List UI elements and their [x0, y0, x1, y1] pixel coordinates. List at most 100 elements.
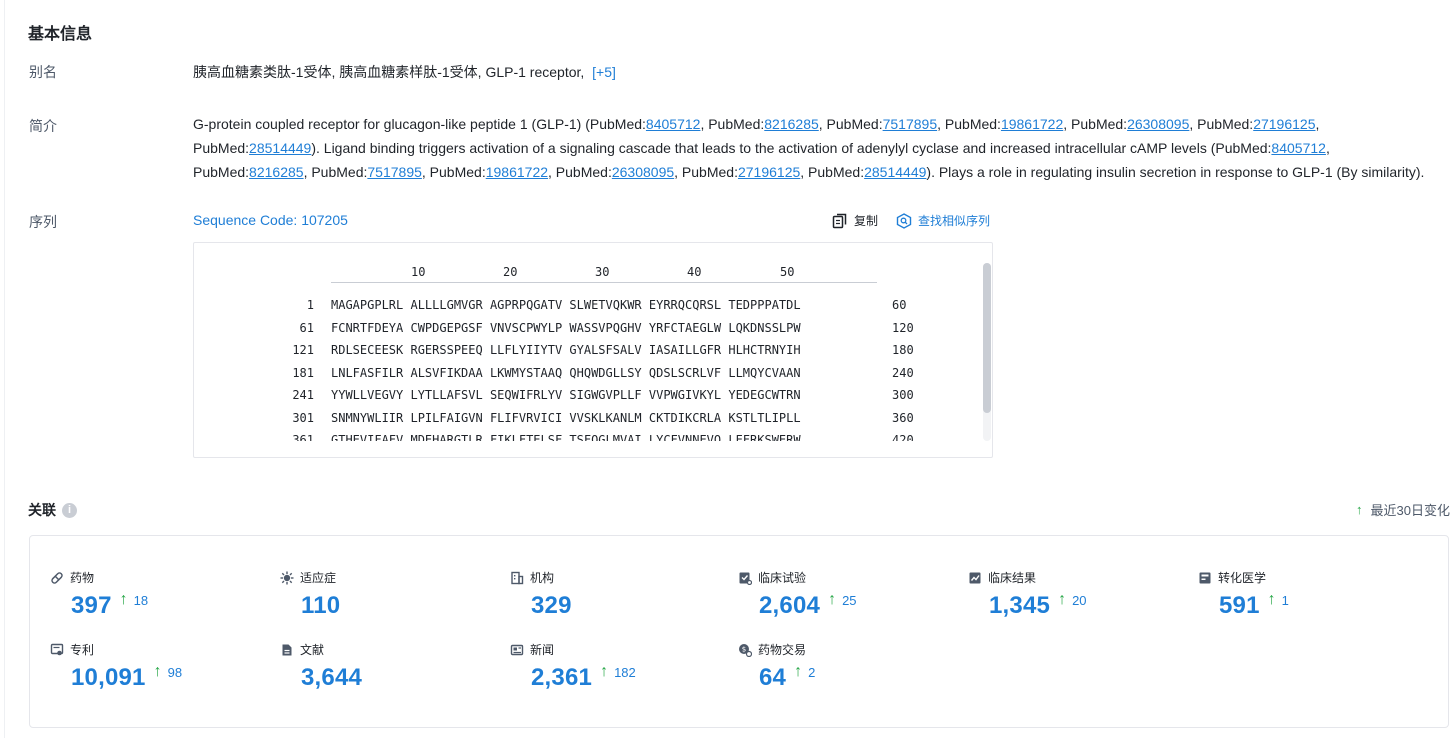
stat-count[interactable]: 2,604 — [759, 592, 820, 620]
stat-header: 转化医学 — [1198, 569, 1418, 586]
stat-translational[interactable]: 转化医学 591 ↑ 1 — [1198, 569, 1418, 620]
stat-label: 新闻 — [530, 643, 555, 657]
line-end-number: 240 — [892, 365, 914, 380]
find-similar-label: 查找相似序列 — [918, 214, 991, 228]
alias-value: 胰高血糖素类肽-1受体, 胰高血糖素样肽-1受体, GLP-1 receptor… — [193, 60, 616, 84]
sequence-residues: RDLSECEESK RGERSSPEEQ LLFLYIIYTV GYALSFS… — [331, 343, 801, 357]
stat-header: 临床试验 — [738, 569, 958, 586]
arrow-up-icon: ↑ — [794, 663, 803, 680]
pubmed-link[interactable]: 19861722 — [486, 164, 548, 180]
svg-text:$: $ — [742, 645, 746, 653]
sequence-residues: MAGAPGPLRL ALLLLGMVGR AGPRPQGATV SLWETVQ… — [331, 298, 801, 312]
stat-value-row: 591 ↑ 1 — [1219, 592, 1418, 620]
patent-icon — [50, 643, 64, 657]
line-end-number: 120 — [892, 320, 914, 335]
stat-delta: ↑ 182 — [600, 664, 636, 680]
arrow-up-icon: ↑ — [119, 591, 128, 608]
sequence-residues: LNLFASFILR ALSVFIKDAA LKWMYSTAAQ QHQWDGL… — [331, 365, 801, 380]
stat-delta-value: 20 — [1072, 592, 1087, 608]
stat-label: 适应症 — [300, 571, 337, 585]
stat-label: 临床结果 — [988, 571, 1037, 585]
stat-value-row: 110 — [301, 592, 500, 620]
pill-icon — [50, 571, 64, 585]
stat-label: 专利 — [70, 643, 95, 657]
dna-search-icon — [896, 212, 912, 229]
stat-header: 新闻 — [510, 641, 730, 658]
stat-building[interactable]: 机构 329 — [510, 569, 730, 620]
stat-delta-value: 182 — [614, 664, 636, 680]
stat-label: 药物 — [70, 571, 95, 585]
stat-delta-value: 98 — [167, 664, 183, 680]
stat-clinical-trial[interactable]: 临床试验 2,604 ↑ 25 — [738, 569, 958, 620]
stat-delta: ↑ 20 — [1058, 592, 1086, 608]
copy-icon — [832, 213, 847, 228]
alias-more-link[interactable]: [+5] — [592, 64, 616, 80]
stat-header: 适应症 — [280, 569, 500, 586]
ruler-tick-label: 10 — [411, 265, 426, 279]
stat-count[interactable]: 397 — [71, 592, 112, 620]
stat-label: 转化医学 — [1218, 571, 1267, 585]
stat-pill[interactable]: 药物 397 ↑ 18 — [50, 569, 270, 620]
pubmed-link[interactable]: 27196125 — [738, 164, 800, 180]
stat-value-row: 64 ↑ 2 — [759, 664, 958, 692]
related-title: 关联 i — [28, 500, 77, 520]
stat-deal[interactable]: $ 药物交易 64 ↑ 2 — [738, 641, 958, 692]
clinical-result-icon — [968, 571, 982, 585]
stat-count[interactable]: 3,644 — [301, 664, 362, 692]
stat-count[interactable]: 1,345 — [989, 592, 1050, 620]
stat-patent[interactable]: 专利 10,091 ↑ 98 — [50, 641, 270, 692]
deal-icon: $ — [738, 643, 752, 657]
arrow-up-icon: ↑ — [153, 663, 162, 680]
info-icon[interactable]: i — [62, 502, 77, 518]
stat-count[interactable]: 64 — [759, 664, 786, 692]
ruler-tick-label: 20 — [503, 265, 518, 279]
sequence-viewer[interactable]: 10 20 30 40 50 1 MAGAPGPLRL ALLLLGMVGR AGPRPQ… — [193, 242, 993, 458]
scrollbar-thumb[interactable] — [983, 263, 991, 413]
stat-news[interactable]: 新闻 2,361 ↑ 182 — [510, 641, 730, 692]
stat-count[interactable]: 329 — [531, 592, 572, 620]
stat-value-row: 2,604 ↑ 25 — [759, 592, 958, 620]
stat-count[interactable]: 110 — [301, 592, 340, 620]
stat-document[interactable]: 文献 3,644 — [280, 641, 500, 692]
sequence-ruler: 10 20 30 40 50 — [331, 265, 877, 285]
arrow-up-icon: ↑ — [1267, 591, 1276, 608]
stat-count[interactable]: 10,091 — [71, 664, 146, 692]
line-end-number: 300 — [892, 388, 914, 402]
pubmed-link[interactable]: 28514449 — [249, 140, 311, 156]
stat-count[interactable]: 591 — [1219, 592, 1260, 620]
stat-clinical-result[interactable]: 临床结果 1,345 ↑ 20 — [968, 569, 1188, 620]
pubmed-link[interactable]: 26308095 — [1127, 116, 1189, 132]
stat-label: 文献 — [300, 643, 325, 657]
stat-header: 机构 — [510, 569, 730, 586]
sequence-code-link[interactable]: Sequence Code: 107205 — [193, 212, 348, 228]
sequence-residues: FCNRTFDEYA CWPDGEPGSF VNVSCPWYLP WASSVPQ… — [331, 320, 801, 335]
pubmed-link[interactable]: 27196125 — [1253, 116, 1315, 132]
building-icon — [510, 571, 524, 585]
ruler-tick-label: 50 — [780, 265, 795, 279]
stat-delta: ↑ 2 — [794, 664, 815, 680]
line-start-number: 181 — [292, 365, 314, 380]
find-similar-button[interactable]: 查找相似序列 — [896, 212, 990, 229]
sequence-scrollbar[interactable] — [983, 263, 991, 441]
summary-label: 简介 — [29, 118, 57, 134]
pubmed-link[interactable]: 8216285 — [764, 116, 819, 132]
stat-value-row: 3,644 — [301, 664, 500, 692]
stat-virus[interactable]: 适应症 110 — [280, 569, 500, 620]
alias-text: 胰高血糖素类肽-1受体, 胰高血糖素样肽-1受体, GLP-1 receptor… — [193, 64, 585, 80]
pubmed-link[interactable]: 8405712 — [1271, 140, 1326, 156]
pubmed-link[interactable]: 8405712 — [646, 116, 701, 132]
pubmed-link[interactable]: 7517895 — [883, 116, 938, 132]
pubmed-link[interactable]: 8216285 — [249, 164, 304, 180]
pubmed-link[interactable]: 7517895 — [367, 164, 422, 180]
sequence-actions: 复制 查找相似序列 — [832, 212, 990, 229]
pubmed-link[interactable]: 19861722 — [1001, 116, 1063, 132]
trend-legend-label: 最近30日变化 — [1370, 503, 1450, 518]
stat-value-row: 1,345 ↑ 20 — [989, 592, 1188, 620]
pubmed-link[interactable]: 28514449 — [864, 164, 926, 180]
copy-label: 复制 — [854, 214, 879, 228]
pubmed-link[interactable]: 26308095 — [612, 164, 674, 180]
stat-count[interactable]: 2,361 — [531, 664, 592, 692]
page-left-border — [4, 0, 5, 738]
stat-header: 临床结果 — [968, 569, 1188, 586]
copy-button[interactable]: 复制 — [832, 212, 878, 229]
